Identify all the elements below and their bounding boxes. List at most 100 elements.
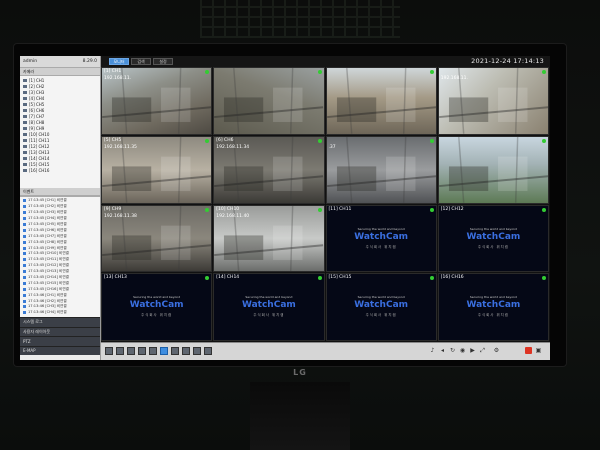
layout-5x5-button[interactable] <box>171 347 179 355</box>
tab-settings[interactable]: 설정 <box>153 58 173 65</box>
camera-tile[interactable]: [16] CH16 Securing the world and beyond Wa… <box>437 273 549 341</box>
camera-icon <box>23 114 27 118</box>
camera-icon <box>23 78 27 82</box>
event-icon <box>23 276 26 280</box>
camera-icon <box>23 120 27 124</box>
camera-list-label: [13] CH13 <box>29 149 50 155</box>
tools-icon[interactable]: ⚙ <box>493 347 500 355</box>
refresh-icon[interactable]: ↻ <box>449 347 456 355</box>
camera-tile[interactable]: [5] CH5 192.168.11.35 <box>101 135 213 204</box>
camera-list-label: [3] CH3 <box>29 89 45 95</box>
layout-2x2-button[interactable] <box>116 347 124 355</box>
camera-feed-image <box>326 136 436 203</box>
event-text: 17:13:45 [CH1] 비연결 <box>28 198 67 203</box>
camera-tile-ip: 192.168.11.34 <box>216 144 250 150</box>
event-text: 17:13:45 [CH10] 비연결 <box>28 251 69 256</box>
camera-tile-ip: 192.168.11. <box>440 76 468 81</box>
camera-icon <box>23 138 27 142</box>
event-icon <box>23 246 26 250</box>
sidebar-panel-2[interactable]: PTZ <box>20 336 100 346</box>
camera-list-label: [11] CH11 <box>29 137 50 143</box>
camera-list-item[interactable]: [16] CH16 <box>23 167 97 173</box>
event-icon <box>23 211 26 215</box>
camera-tile[interactable] <box>213 67 325 135</box>
event-icon <box>23 305 26 309</box>
camera-tile[interactable]: 192.168.11. <box>437 67 549 135</box>
camera-tile[interactable] <box>325 67 437 135</box>
camera-tile-label: [15] CH15 <box>328 275 352 281</box>
camera-section-title[interactable]: 카메라 <box>20 68 100 76</box>
camera-tile-label: [9] CH9 <box>104 206 122 212</box>
sidebar-panel-0[interactable]: 시스템 로그 <box>20 317 100 327</box>
camera-tile-label: [1] CH1 <box>104 69 122 74</box>
event-list-item[interactable]: 17:13:46 [CH4] 비연결 <box>23 310 97 316</box>
status-indicator-icon <box>429 70 434 74</box>
layout-other-button[interactable] <box>204 347 212 355</box>
event-section-title[interactable]: 이벤트 <box>20 188 100 196</box>
nosignal-brand: WatchCam <box>466 300 521 311</box>
mic-icon[interactable]: ♪ <box>429 347 436 355</box>
nosignal-brand: WatchCam <box>466 231 521 242</box>
event-text: 17:13:45 [CH5] 비연결 <box>28 222 67 226</box>
camera-tile-ip: .37 <box>328 144 336 150</box>
camera-tile-label: [5] CH5 <box>104 137 122 143</box>
status-indicator-icon <box>542 70 546 74</box>
alarm-icon[interactable]: ▣ <box>535 347 542 355</box>
status-indicator-icon <box>542 207 546 212</box>
layout-1+7-button[interactable] <box>138 347 146 355</box>
monitor-logo: LG <box>293 368 307 377</box>
camera-tile[interactable] <box>437 135 549 204</box>
layout-6x6-button[interactable] <box>182 347 190 355</box>
nosignal-tagline: Securing the world and beyond <box>469 226 517 231</box>
event-text: 17:13:45 [CH6] 비연결 <box>28 227 67 232</box>
layout-1+5-button[interactable] <box>127 347 135 355</box>
camera-tile[interactable]: .37 <box>325 135 437 204</box>
record-icon[interactable] <box>525 347 532 354</box>
event-list: 17:13:45 [CH1] 비연결 17:13:45 [CH2] 비연결 17:1… <box>20 196 100 317</box>
event-text: 17:13:46 [CH3] 비연결 <box>28 304 67 309</box>
nosignal-subtitle: 주식회사 위치캠 <box>477 313 509 318</box>
playback-icon[interactable]: ▶ <box>469 347 476 355</box>
camera-tile[interactable]: [1] CH1 192.168.11. <box>101 67 213 135</box>
event-icon <box>23 223 26 226</box>
status-indicator-icon <box>429 276 434 281</box>
camera-tile[interactable]: [14] CH14 Securing the world and beyond Wa… <box>213 273 325 341</box>
user-name[interactable]: admin <box>23 59 37 64</box>
tab-search[interactable]: 검색 <box>131 58 151 65</box>
camera-tile[interactable]: [13] CH13 Securing the world and beyond Wa… <box>101 273 213 341</box>
sidebar-panel-1[interactable]: 사용자 레이아웃 <box>20 326 100 336</box>
camera-list-label: [6] CH6 <box>29 107 45 113</box>
tab-monitor[interactable]: 모니터 <box>109 58 129 65</box>
nosignal-tagline: Securing the world and beyond <box>133 295 181 300</box>
sidebar-panel-3[interactable]: E-MAP <box>20 345 100 355</box>
layout-3x3-button[interactable] <box>149 347 157 355</box>
camera-tile[interactable]: [9] CH9 192.168.11.38 <box>101 204 213 273</box>
snapshot-icon[interactable]: ◉ <box>459 347 466 355</box>
camera-tile[interactable]: [11] CH11 Securing the world and beyond Wa… <box>325 204 437 273</box>
camera-tile[interactable]: [12] CH12 Securing the world and beyond Wa… <box>437 204 549 273</box>
layout-1x1-button[interactable] <box>105 347 113 355</box>
camera-tile[interactable]: [6] CH6 192.168.11.34 <box>213 135 325 204</box>
camera-list-label: [10] CH10 <box>29 131 50 137</box>
status-indicator-icon <box>542 138 546 143</box>
nosignal-tagline: Securing the world and beyond <box>469 295 517 300</box>
camera-icon <box>23 150 27 154</box>
camera-tile-ip: 192.168.11.40 <box>216 213 250 219</box>
layout-4x4-button[interactable] <box>160 347 168 355</box>
camera-tile[interactable]: [15] CH15 Securing the world and beyond Wa… <box>325 273 437 341</box>
event-icon <box>23 264 26 268</box>
status-indicator-icon <box>317 276 322 281</box>
camera-tile-label: [13] CH13 <box>104 275 127 281</box>
vms-screen: admin 8.29.0 카메라 [1] CH1 [2] CH2 [3] CH3 [4… <box>20 56 550 360</box>
speaker-icon[interactable]: ◂ <box>439 347 446 355</box>
event-text: 17:13:45 [CH13] 비연결 <box>28 269 69 274</box>
layout-1+12-button[interactable] <box>193 347 201 355</box>
status-indicator-icon <box>205 138 210 143</box>
camera-grid: [1] CH1 192.168.11. 192.168.11. [5] CH5 192.… <box>101 67 550 342</box>
camera-tile-ip: 192.168.11.38 <box>104 213 137 219</box>
camera-tile-ip: 192.168.11. <box>104 76 132 81</box>
event-text: 17:13:45 [CH12] 비연결 <box>28 263 69 268</box>
camera-tile[interactable]: [10] CH10 192.168.11.40 <box>213 204 325 273</box>
camera-feed-image <box>214 68 324 134</box>
fullscreen-icon[interactable]: ⤢ <box>479 347 486 355</box>
